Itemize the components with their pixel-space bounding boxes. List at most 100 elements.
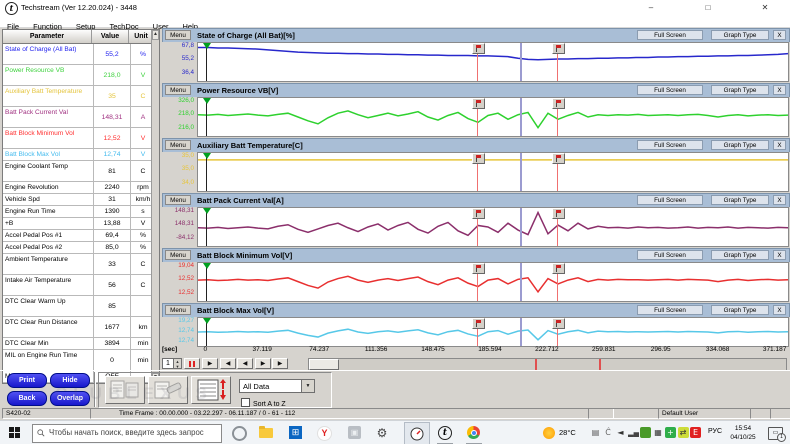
print-button[interactable]: Print xyxy=(7,373,47,388)
start-marker-icon[interactable] xyxy=(203,263,211,269)
table-row[interactable]: State of Charge (All Bat)55,2% xyxy=(3,44,159,65)
full-screen-button[interactable]: Full Screen xyxy=(637,305,703,315)
table-row[interactable]: Batt Block Minimum Vol12,52V xyxy=(3,128,159,149)
interval-spinner[interactable]: 1▲▼ xyxy=(162,358,182,369)
flag-marker-icon[interactable] xyxy=(472,43,485,54)
start-marker-icon[interactable] xyxy=(203,208,211,214)
tray-sync-icon[interactable]: ⇄ xyxy=(678,427,689,438)
start-marker-icon[interactable] xyxy=(203,318,211,324)
graph-close-button[interactable]: X xyxy=(773,85,786,95)
time-cursor-line[interactable] xyxy=(520,43,522,81)
hide-button[interactable]: Hide xyxy=(50,373,90,388)
taskbar-search-input[interactable]: Чтобы начать поиск, введите здесь запрос xyxy=(32,424,222,443)
tray-nvidia-icon[interactable] xyxy=(640,427,651,438)
tray-update-icon[interactable]: Ĉ xyxy=(603,427,614,438)
table-row[interactable]: Power Resource VB218,0V xyxy=(3,65,159,86)
tray-device-icon[interactable]: ▤ xyxy=(590,427,601,438)
photos-button[interactable]: ▣ xyxy=(347,425,363,441)
graph-menu-button[interactable]: Menu xyxy=(165,85,191,95)
graph-close-button[interactable]: X xyxy=(773,250,786,260)
flag-marker-icon[interactable] xyxy=(472,153,485,164)
table-row[interactable]: DTC Clear Warm Up85 xyxy=(3,296,159,317)
checkbox-box[interactable] xyxy=(241,398,250,407)
tray-network-icon[interactable]: ▂▄▆ xyxy=(628,427,639,438)
graph-plot[interactable] xyxy=(197,262,789,302)
pause-button[interactable] xyxy=(184,358,200,369)
step-back-button[interactable]: ◀ xyxy=(220,358,236,369)
table-row[interactable]: Batt Block Max Vol12,74V xyxy=(3,149,159,161)
flag-marker-icon[interactable] xyxy=(472,318,485,329)
start-button[interactable] xyxy=(9,427,20,438)
flag-marker-icon[interactable] xyxy=(552,318,565,329)
weather-icon[interactable] xyxy=(543,427,555,439)
graph-close-button[interactable]: X xyxy=(773,30,786,40)
step-forward-button[interactable]: ▶ xyxy=(272,358,288,369)
cortana-button[interactable] xyxy=(231,425,247,441)
graph-type-button[interactable]: Graph Type xyxy=(711,30,769,40)
flag-marker-icon[interactable] xyxy=(552,153,565,164)
full-screen-button[interactable]: Full Screen xyxy=(637,30,703,40)
time-cursor-line[interactable] xyxy=(520,318,522,346)
flag-marker-icon[interactable] xyxy=(552,98,565,109)
time-cursor-line[interactable] xyxy=(520,153,522,191)
graph-type-button[interactable]: Graph Type xyxy=(711,85,769,95)
table-row[interactable]: Ambient Temperature33C xyxy=(3,254,159,275)
sort-a-to-z-checkbox[interactable]: Sort A to Z xyxy=(241,398,286,408)
table-row[interactable]: Engine Coolant Temp81C xyxy=(3,161,159,182)
tray-app-window-icon[interactable]: ▦ xyxy=(653,427,664,438)
sheets-copy-icon-button[interactable] xyxy=(105,376,145,404)
chrome-app-button[interactable] xyxy=(466,425,482,441)
graph-menu-button[interactable]: Menu xyxy=(165,140,191,150)
forward-button[interactable]: ▶ xyxy=(255,358,271,369)
play-button[interactable]: ▶ xyxy=(202,358,218,369)
notification-center-button[interactable]: ▭ 1 xyxy=(768,427,783,440)
spinner-arrows-icon[interactable]: ▲▼ xyxy=(173,359,181,368)
graph-plot[interactable] xyxy=(197,152,789,192)
flag-marker-icon[interactable] xyxy=(472,208,485,219)
table-row[interactable]: Accel Pedal Pos #169,4% xyxy=(3,230,159,242)
graph-type-button[interactable]: Graph Type xyxy=(711,140,769,150)
overlap-button[interactable]: Overlap xyxy=(50,391,90,406)
data-group-dropdown[interactable]: All Data ▼ xyxy=(239,379,315,393)
start-marker-icon[interactable] xyxy=(203,98,211,104)
table-row[interactable]: Engine Run Time1390s xyxy=(3,206,159,218)
explorer-button[interactable] xyxy=(259,425,275,441)
maximize-button[interactable]: □ xyxy=(699,2,717,14)
graph-type-button[interactable]: Graph Type xyxy=(711,195,769,205)
table-row[interactable]: DTC Clear Run Distance1677km xyxy=(3,317,159,338)
graph-close-button[interactable]: X xyxy=(773,305,786,315)
full-screen-button[interactable]: Full Screen xyxy=(637,250,703,260)
table-scrollbar[interactable]: ▲ ▼ xyxy=(151,30,159,383)
flag-marker-icon[interactable] xyxy=(472,98,485,109)
table-row[interactable]: Intake Air Temperature56C xyxy=(3,275,159,296)
language-indicator[interactable]: РУС xyxy=(708,428,722,435)
table-row[interactable]: Accel Pedal Pos #285,0% xyxy=(3,242,159,254)
tray-volume-icon[interactable]: ◄ xyxy=(615,427,626,438)
tray-e-icon[interactable]: E xyxy=(690,427,701,438)
table-row[interactable]: Vehicle Spd31km/h xyxy=(3,194,159,206)
graph-plot[interactable] xyxy=(197,207,789,247)
temperature-label[interactable]: 28°C xyxy=(559,428,576,437)
table-row[interactable]: DTC Clear Min3894min xyxy=(3,338,159,350)
back-button[interactable]: Back xyxy=(7,391,47,406)
techstream-app-button[interactable]: t xyxy=(437,425,453,441)
back-button[interactable]: ◀ xyxy=(237,358,253,369)
scroll-up-icon[interactable]: ▲ xyxy=(152,30,159,40)
flag-marker-icon[interactable] xyxy=(552,263,565,274)
store-button[interactable]: ⊞ xyxy=(288,425,304,441)
graph-close-button[interactable]: X xyxy=(773,140,786,150)
reorder-data-icon-button[interactable] xyxy=(191,376,231,404)
graph-close-button[interactable]: X xyxy=(773,195,786,205)
minimize-button[interactable]: – xyxy=(642,2,660,14)
graph-menu-button[interactable]: Menu xyxy=(165,195,191,205)
yandex-button[interactable]: Y xyxy=(316,425,332,441)
time-cursor-line[interactable] xyxy=(520,208,522,246)
full-screen-button[interactable]: Full Screen xyxy=(637,140,703,150)
graph-plot[interactable] xyxy=(197,97,789,137)
tray-security-shield-icon[interactable]: + xyxy=(665,427,676,438)
chevron-down-icon[interactable]: ▼ xyxy=(301,380,314,392)
start-marker-icon[interactable] xyxy=(203,153,211,159)
full-screen-button[interactable]: Full Screen xyxy=(637,195,703,205)
table-row[interactable]: +B13,88V xyxy=(3,218,159,230)
time-cursor-line[interactable] xyxy=(520,263,522,301)
